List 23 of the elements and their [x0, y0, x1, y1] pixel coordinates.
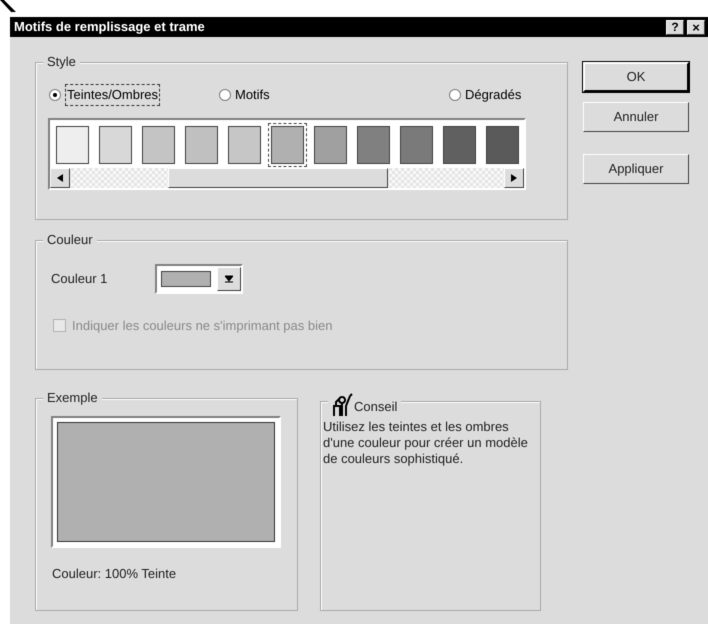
- mouse-pointer-icon: [0, 0, 18, 14]
- group-label: Style: [47, 53, 76, 71]
- example-caption: Couleur: 100% Teinte: [52, 565, 178, 583]
- help-button[interactable]: ?: [666, 20, 684, 34]
- group-label: Exemple: [47, 389, 98, 407]
- color-label: Couleur 1: [51, 270, 108, 288]
- scroll-left-icon[interactable]: [50, 168, 70, 188]
- window-title: Motifs de remplissage et trame: [14, 18, 205, 36]
- figure-icon: [332, 392, 354, 416]
- dialog-button[interactable]: OK: [583, 62, 689, 92]
- tip-text: Utilisez les teintes et les ombres d'une couleur pour créer un modèle de couleurs sophistiqué.: [323, 419, 529, 467]
- dialog-button[interactable]: Annuler: [583, 102, 689, 132]
- dialog-button[interactable]: Appliquer: [583, 154, 689, 184]
- group-label: Conseil: [354, 398, 398, 416]
- radio-option[interactable]: Motifs: [219, 84, 449, 106]
- scroll-right-icon[interactable]: [504, 168, 524, 188]
- scroll-thumb[interactable]: [168, 168, 388, 188]
- radio-option[interactable]: Dégradés: [449, 84, 522, 106]
- close-button[interactable]: ×: [687, 20, 705, 34]
- color-preview: [161, 271, 211, 287]
- horizontal-scrollbar[interactable]: [50, 168, 524, 188]
- group-label: Couleur: [47, 231, 93, 249]
- color-picker[interactable]: [155, 264, 243, 294]
